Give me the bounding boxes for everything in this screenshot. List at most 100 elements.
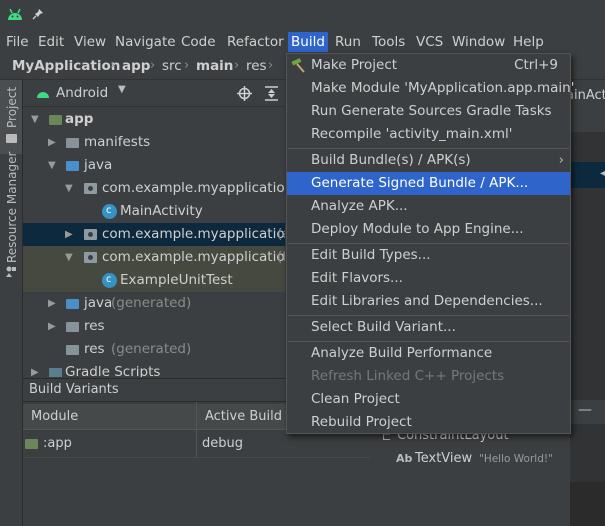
- menu-item-edit-build-types[interactable]: Edit Build Types...: [287, 244, 570, 267]
- expanded-arrow-icon[interactable]: ▼: [65, 246, 73, 269]
- menu-item-build-bundles-apks[interactable]: Build Bundle(s) / APK(s) ›: [287, 149, 570, 172]
- android-view-icon: [37, 92, 49, 98]
- chevron-down-icon[interactable]: ▼: [118, 84, 126, 95]
- tree-node-package[interactable]: ▼ com.example.myapplication: [23, 177, 285, 200]
- menu-item-analyze-build-performance[interactable]: Analyze Build Performance: [287, 342, 570, 365]
- collapsed-arrow-icon[interactable]: ▶: [48, 131, 56, 154]
- menu-refactor[interactable]: Refactor: [224, 32, 287, 52]
- menu-item-make-project[interactable]: Make Project Ctrl+9: [287, 54, 570, 77]
- menu-file[interactable]: File: [3, 32, 32, 52]
- title-bar: [0, 0, 605, 30]
- menu-item-deploy-module[interactable]: Deploy Module to App Engine...: [287, 218, 570, 241]
- menu-item-rebuild-project[interactable]: Rebuild Project: [287, 411, 570, 434]
- menu-code[interactable]: Code: [178, 32, 219, 52]
- breadcrumb-separator: ›: [110, 58, 116, 73]
- resource-manager-tool-tab[interactable]: Resource Manager: [5, 152, 19, 263]
- menu-vcs[interactable]: VCS: [413, 32, 446, 52]
- menu-item-label: Make Project: [311, 57, 398, 73]
- tree-node-package-test[interactable]: ▼ com.example.myapplication (t: [23, 246, 285, 269]
- expanded-arrow-icon[interactable]: ▼: [65, 177, 73, 200]
- menu-item-label: Generate Signed Bundle / APK...: [311, 175, 529, 191]
- menu-item-make-module[interactable]: Make Module 'MyApplication.app.main': [287, 77, 574, 100]
- menu-item-label: Deploy Module to App Engine...: [311, 221, 524, 237]
- column-active-build-variant[interactable]: Active Build V: [205, 409, 295, 424]
- locate-icon[interactable]: [237, 86, 252, 101]
- collapsed-arrow-icon[interactable]: ▶: [65, 223, 73, 246]
- tree-node-manifests[interactable]: ▶ manifests: [23, 131, 285, 154]
- breadcrumb-src[interactable]: src: [162, 58, 182, 74]
- collapse-all-icon[interactable]: [265, 86, 278, 101]
- menu-build[interactable]: Build: [288, 32, 328, 52]
- menu-item-edit-flavors[interactable]: Edit Flavors...: [287, 267, 570, 290]
- project-view-selector[interactable]: Android: [56, 85, 108, 101]
- menu-item-run-generate-sources[interactable]: Run Generate Sources Gradle Tasks: [287, 100, 570, 123]
- menu-edit[interactable]: Edit: [35, 32, 67, 52]
- tree-node-java[interactable]: ▼ java: [23, 154, 285, 177]
- tree-node-app[interactable]: ▼ app: [23, 108, 285, 131]
- menu-view[interactable]: View: [71, 32, 109, 52]
- collapsed-arrow-icon[interactable]: ▶: [48, 292, 56, 315]
- package-icon: [84, 183, 97, 194]
- project-tree: ▼ app ▶ manifests ▼ java ▼ com.example.m…: [23, 107, 285, 377]
- shortcut-label: Ctrl+9: [514, 57, 558, 73]
- expanded-arrow-icon[interactable]: ▼: [31, 108, 39, 131]
- menu-tools[interactable]: Tools: [369, 32, 408, 52]
- tree-label-extra: (generated): [111, 295, 192, 311]
- folder-icon: [66, 138, 79, 148]
- package-icon: [84, 229, 97, 240]
- collapsed-arrow-icon[interactable]: ▶: [48, 315, 56, 338]
- menu-item-label: Analyze Build Performance: [311, 345, 493, 361]
- minimize-icon[interactable]: —: [578, 402, 592, 418]
- table-row[interactable]: :app debug: [23, 430, 370, 458]
- menu-item-edit-libraries[interactable]: Edit Libraries and Dependencies...: [287, 290, 570, 313]
- tree-node-java-generated[interactable]: ▶ java (generated): [23, 292, 285, 315]
- column-module[interactable]: Module: [31, 409, 78, 424]
- tree-label: app: [65, 111, 94, 127]
- tree-node-package-android-test[interactable]: ▶ com.example.myapplication (a: [23, 223, 285, 246]
- menu-item-label: Edit Build Types...: [311, 247, 431, 263]
- breadcrumb-module[interactable]: app: [122, 58, 150, 74]
- collapsed-arrow-icon[interactable]: ▶: [31, 361, 39, 377]
- breadcrumb-res[interactable]: res: [246, 58, 267, 74]
- menu-item-analyze-apk[interactable]: Analyze APK...: [287, 195, 570, 218]
- menu-item-clean-project[interactable]: Clean Project: [287, 388, 570, 411]
- tree-node-exampleunittest[interactable]: ExampleUnitTest: [23, 268, 285, 292]
- breadcrumb-separator: ›: [150, 58, 156, 73]
- menu-help[interactable]: Help: [510, 32, 547, 52]
- project-tool-tab[interactable]: Project: [5, 87, 19, 128]
- breadcrumb-project[interactable]: MyApplication: [12, 58, 120, 74]
- breadcrumb-separator: ›: [268, 58, 274, 73]
- menu-window[interactable]: Window: [449, 32, 508, 52]
- menu-bar: File Edit View Navigate Code Refactor Bu…: [0, 30, 605, 54]
- tree-label: ExampleUnitTest: [120, 272, 233, 288]
- breadcrumb-main[interactable]: main: [196, 58, 233, 74]
- component-textview-value: "Hello World!": [479, 453, 553, 465]
- gradle-icon: [49, 368, 62, 377]
- tree-label-extra: (t: [277, 249, 285, 265]
- expanded-arrow-icon[interactable]: ▼: [48, 154, 56, 177]
- chevron-left-icon[interactable]: ◀: [600, 168, 605, 179]
- tree-label-extra: (a: [277, 226, 285, 242]
- tree-label-extra: (generated): [111, 341, 192, 357]
- generated-folder-icon: [66, 299, 79, 309]
- pin-icon[interactable]: [32, 8, 44, 20]
- module-cell: :app: [43, 436, 72, 451]
- tree-label: manifests: [84, 134, 151, 150]
- menu-item-generate-signed-bundle-apk[interactable]: Generate Signed Bundle / APK...: [287, 172, 570, 195]
- menu-navigate[interactable]: Navigate: [112, 32, 179, 52]
- menu-item-label: Run Generate Sources Gradle Tasks: [311, 103, 552, 119]
- tree-node-res[interactable]: ▶ res: [23, 315, 285, 338]
- menu-run[interactable]: Run: [332, 32, 364, 52]
- tree-node-gradle-scripts[interactable]: ▶ Gradle Scripts: [23, 361, 285, 377]
- component-textview[interactable]: TextView: [415, 451, 472, 466]
- variant-cell[interactable]: debug: [202, 436, 243, 451]
- build-variants-title: Build Variants: [29, 382, 119, 397]
- class-icon: [102, 268, 117, 291]
- menu-item-recompile[interactable]: Recompile 'activity_main.xml': [287, 123, 570, 146]
- tree-node-res-generated[interactable]: res (generated): [23, 338, 285, 361]
- menu-item-select-build-variant[interactable]: Select Build Variant...: [287, 316, 570, 339]
- menu-item-label: Rebuild Project: [311, 414, 412, 430]
- tree-node-mainactivity[interactable]: MainActivity: [23, 199, 285, 223]
- menu-item-label: Edit Flavors...: [311, 270, 403, 286]
- tree-label: com.example.myapplication: [102, 226, 285, 242]
